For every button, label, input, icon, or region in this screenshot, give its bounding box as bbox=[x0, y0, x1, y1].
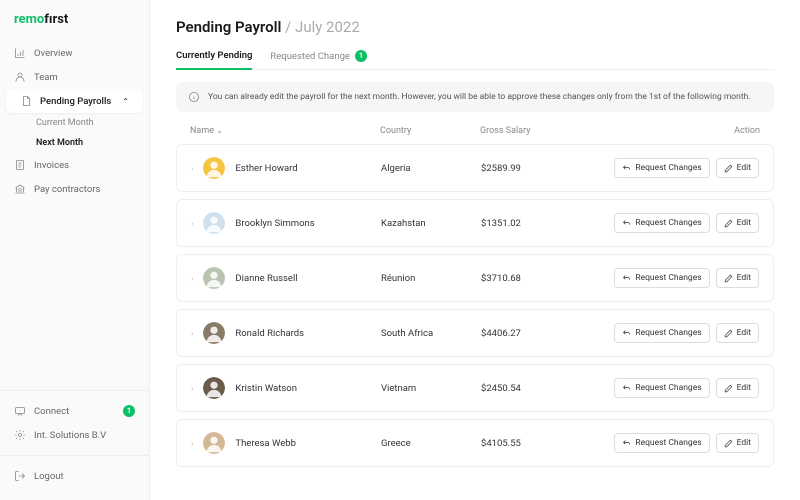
table-row: › Ronald Richards South Africa$4406.27 Requ… bbox=[176, 309, 774, 357]
pencil-icon bbox=[724, 274, 733, 283]
request-changes-button[interactable]: Request Changes bbox=[614, 378, 709, 398]
country: Greece bbox=[381, 438, 481, 449]
expand-icon[interactable]: › bbox=[191, 329, 193, 338]
pencil-icon bbox=[724, 164, 733, 173]
nav-connect[interactable]: Connect1 bbox=[0, 399, 149, 423]
requested-badge: 1 bbox=[355, 50, 367, 62]
edit-button[interactable]: Edit bbox=[716, 268, 759, 288]
tab-requested-change[interactable]: Requested Change1 bbox=[270, 50, 367, 69]
avatar bbox=[203, 432, 225, 454]
country: Réunion bbox=[381, 273, 481, 284]
request-changes-button[interactable]: Request Changes bbox=[614, 433, 709, 453]
table-header: Name ⌄ Country Gross Salary Action bbox=[176, 126, 774, 144]
avatar bbox=[203, 157, 225, 179]
edit-button[interactable]: Edit bbox=[716, 378, 759, 398]
pencil-icon bbox=[724, 219, 733, 228]
country: Algeria bbox=[381, 163, 481, 174]
nav-pending-payrolls[interactable]: Pending Payrolls⌃ bbox=[6, 89, 143, 113]
salary: $4105.55 bbox=[481, 438, 591, 449]
country: Vietnam bbox=[381, 383, 481, 394]
table-row: › Dianne Russell Réunion$3710.68 Request Ch… bbox=[176, 254, 774, 302]
nav-pay-contractors[interactable]: Pay contractors bbox=[0, 177, 149, 201]
salary: $2589.99 bbox=[481, 163, 591, 174]
pencil-icon bbox=[724, 329, 733, 338]
avatar bbox=[203, 212, 225, 234]
salary: $3710.68 bbox=[481, 273, 591, 284]
country: Kazahstan bbox=[381, 218, 481, 229]
table-row: › Kristin Watson Vietnam$2450.54 Request Ch… bbox=[176, 364, 774, 412]
request-changes-button[interactable]: Request Changes bbox=[614, 158, 709, 178]
undo-icon bbox=[622, 329, 631, 338]
document-icon bbox=[20, 95, 32, 107]
info-notice: You can already edit the payroll for the… bbox=[176, 82, 774, 112]
chevron-up-icon: ⌃ bbox=[122, 97, 129, 106]
expand-icon[interactable]: › bbox=[191, 439, 193, 448]
employee-name: Dianne Russell bbox=[235, 273, 297, 284]
undo-icon bbox=[622, 164, 631, 173]
chat-icon bbox=[14, 405, 26, 417]
user-icon bbox=[14, 71, 26, 83]
nav-next-month[interactable]: Next Month bbox=[0, 133, 149, 153]
chart-icon bbox=[14, 47, 26, 59]
nav-current-month[interactable]: Current Month bbox=[0, 113, 149, 133]
edit-button[interactable]: Edit bbox=[716, 433, 759, 453]
avatar bbox=[203, 377, 225, 399]
employee-name: Esther Howard bbox=[235, 163, 297, 174]
gear-icon bbox=[14, 429, 26, 441]
info-icon bbox=[188, 91, 200, 103]
avatar bbox=[203, 322, 225, 344]
expand-icon[interactable]: › bbox=[191, 164, 193, 173]
nav-overview[interactable]: Overview bbox=[0, 41, 149, 65]
edit-button[interactable]: Edit bbox=[716, 213, 759, 233]
employee-name: Kristin Watson bbox=[235, 383, 297, 394]
expand-icon[interactable]: › bbox=[191, 384, 193, 393]
expand-icon[interactable]: › bbox=[191, 274, 193, 283]
edit-button[interactable]: Edit bbox=[716, 323, 759, 343]
employee-name: Theresa Webb bbox=[235, 438, 296, 449]
nav-team[interactable]: Team bbox=[0, 65, 149, 89]
request-changes-button[interactable]: Request Changes bbox=[614, 323, 709, 343]
salary: $1351.02 bbox=[481, 218, 591, 229]
undo-icon bbox=[622, 219, 631, 228]
avatar bbox=[203, 267, 225, 289]
col-name[interactable]: Name ⌄ bbox=[190, 126, 380, 136]
country: South Africa bbox=[381, 328, 481, 339]
logo: remofırst bbox=[0, 12, 149, 41]
nav-company[interactable]: Int. Solutions B.V bbox=[0, 423, 149, 447]
edit-button[interactable]: Edit bbox=[716, 158, 759, 178]
salary: $4406.27 bbox=[481, 328, 591, 339]
invoice-icon bbox=[14, 159, 26, 171]
chevron-down-icon: ⌄ bbox=[216, 126, 223, 135]
nav-invoices[interactable]: Invoices bbox=[0, 153, 149, 177]
undo-icon bbox=[622, 274, 631, 283]
logout-icon bbox=[14, 470, 26, 482]
pencil-icon bbox=[724, 384, 733, 393]
tab-currently-pending[interactable]: Currently Pending bbox=[176, 50, 252, 70]
page-title: Pending Payroll / July 2022 bbox=[176, 18, 774, 36]
connect-badge: 1 bbox=[123, 405, 135, 417]
salary: $2450.54 bbox=[481, 383, 591, 394]
table-row: › Brooklyn Simmons Kazahstan$1351.02 Reques… bbox=[176, 199, 774, 247]
table-row: › Theresa Webb Greece$4105.55 Request Chang… bbox=[176, 419, 774, 467]
employee-name: Brooklyn Simmons bbox=[235, 218, 314, 229]
undo-icon bbox=[622, 439, 631, 448]
undo-icon bbox=[622, 384, 631, 393]
request-changes-button[interactable]: Request Changes bbox=[614, 213, 709, 233]
expand-icon[interactable]: › bbox=[191, 219, 193, 228]
bank-icon bbox=[14, 183, 26, 195]
employee-name: Ronald Richards bbox=[235, 328, 304, 339]
nav-logout[interactable]: Logout bbox=[0, 464, 149, 488]
pencil-icon bbox=[724, 439, 733, 448]
table-row: › Esther Howard Algeria$2589.99 Request Cha… bbox=[176, 144, 774, 192]
request-changes-button[interactable]: Request Changes bbox=[614, 268, 709, 288]
